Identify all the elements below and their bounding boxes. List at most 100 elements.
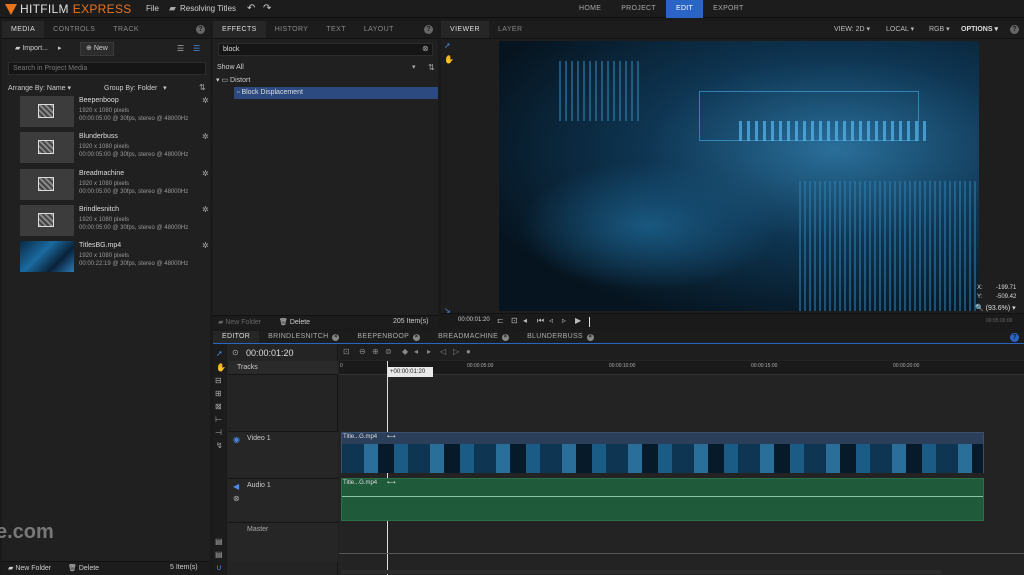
- clear-search-icon[interactable]: ⊗: [422, 44, 429, 53]
- redo-icon[interactable]: ↷: [263, 3, 271, 14]
- options-dropdown[interactable]: OPTIONS ▾: [961, 25, 998, 33]
- zoom-out-icon[interactable]: ⊖: [359, 347, 366, 356]
- tab-history[interactable]: HISTORY: [266, 21, 318, 38]
- help-icon[interactable]: ?: [1010, 333, 1019, 342]
- app-logo: HITFILM EXPRESS: [5, 2, 132, 16]
- slide-tool-icon[interactable]: ⊠: [215, 402, 222, 411]
- tab-editor[interactable]: EDITOR: [213, 331, 260, 343]
- close-icon[interactable]: ×: [332, 333, 340, 341]
- tab-beepenboop[interactable]: BEEPENBOOP ×: [348, 331, 429, 343]
- step-back-icon[interactable]: ◃: [549, 316, 553, 325]
- play-icon[interactable]: ▶: [575, 316, 581, 325]
- viewer-timecode[interactable]: 00:00:01:20: [458, 317, 490, 323]
- audio-clip[interactable]: Title...G.mp4 ⟷: [341, 478, 984, 521]
- track-video-1[interactable]: ◉ Video 1: [228, 431, 338, 477]
- file-menu[interactable]: File: [146, 4, 159, 13]
- tab-effects[interactable]: EFFECTS: [213, 21, 266, 38]
- tab-viewer[interactable]: VIEWER: [441, 21, 490, 38]
- channel-dropdown[interactable]: RGB ▾: [929, 25, 950, 33]
- gear-icon[interactable]: ✲: [202, 132, 209, 141]
- tab-brindlesnitch[interactable]: BRINDLESNITCH ×: [259, 331, 348, 343]
- delete-button[interactable]: 🗑 Delete: [279, 318, 310, 326]
- tab-blunderbuss[interactable]: BLUNDERBUSS ×: [518, 331, 603, 343]
- keyframe-icon[interactable]: ◆: [402, 347, 408, 356]
- video-clip[interactable]: Title...G.mp4 ⟷: [341, 432, 984, 473]
- tab-breadmachine[interactable]: BREADMACHINE ×: [429, 331, 518, 343]
- folder-distort[interactable]: ▾ ▭ Distort: [216, 76, 250, 84]
- select-tool-icon[interactable]: ➚: [444, 41, 451, 50]
- space-dropdown[interactable]: LOCAL ▾: [886, 25, 914, 33]
- gear-icon[interactable]: ✲: [202, 241, 209, 250]
- tab-project[interactable]: PROJECT: [611, 0, 666, 18]
- snap-icon[interactable]: ⊡: [343, 347, 350, 356]
- ruler-label: 0: [340, 363, 343, 369]
- marker-icon[interactable]: ◂: [414, 347, 418, 356]
- roll-tool-icon[interactable]: ⊣: [215, 428, 222, 437]
- step-forward-icon[interactable]: ▹: [562, 316, 566, 325]
- delete-button[interactable]: 🗑 Delete: [68, 564, 99, 572]
- speaker-icon[interactable]: ◀: [233, 482, 239, 491]
- circuit-detail: [739, 121, 929, 141]
- effects-filter-dropdown[interactable]: Show All: [217, 64, 244, 71]
- composite-shot-icon: [38, 213, 54, 227]
- tab-home[interactable]: HOME: [569, 0, 611, 18]
- tab-edit[interactable]: EDIT: [665, 0, 704, 18]
- chevron-down-icon[interactable]: ▾: [412, 63, 416, 71]
- marker-next-icon[interactable]: ▸: [427, 347, 431, 356]
- effects-search-input[interactable]: block: [218, 43, 433, 56]
- sort-icon[interactable]: ⇅: [428, 63, 435, 72]
- go-start-icon[interactable]: ⏮: [537, 316, 544, 326]
- prev-frame-icon[interactable]: ◂: [523, 316, 527, 325]
- viewer-scrub-marker[interactable]: [589, 317, 590, 327]
- magnet-icon[interactable]: ∪: [216, 563, 222, 572]
- solo-icon[interactable]: ⊗: [233, 494, 240, 503]
- hand-tool-icon[interactable]: ✋: [216, 363, 226, 372]
- fit-icon[interactable]: ⊡: [511, 316, 518, 325]
- zoom-fit-icon[interactable]: ⊜: [385, 347, 392, 356]
- view-mode-dropdown[interactable]: VIEW: 2D ▾: [834, 25, 870, 33]
- select-tool-icon[interactable]: ➚: [216, 349, 223, 358]
- tab-layer[interactable]: LAYER: [489, 21, 531, 38]
- effect-item-block-displacement[interactable]: ▫ Block Displacement: [234, 87, 438, 99]
- hand-tool-icon[interactable]: ✋: [444, 55, 454, 64]
- zoom-control[interactable]: 🔍 (93.6%) ▾: [975, 304, 1016, 312]
- new-folder-button[interactable]: ▰ New Folder: [218, 318, 261, 326]
- gear-icon[interactable]: ✲: [202, 169, 209, 178]
- composite-shot-icon: [38, 177, 54, 191]
- record-icon[interactable]: ●: [466, 347, 471, 356]
- tab-layout[interactable]: LAYOUT: [355, 21, 403, 38]
- y-coord-value: -509.42: [996, 294, 1017, 300]
- zoom-in-icon[interactable]: ⊕: [372, 347, 379, 356]
- media-panel: MEDIA CONTROLS TRACK ? ▰ Import... ▸ ⊕ Ne…: [0, 21, 210, 575]
- composite-shot-icon: [38, 104, 54, 118]
- tab-text[interactable]: TEXT: [317, 21, 355, 38]
- slip-tool-icon[interactable]: ⊞: [215, 389, 222, 398]
- rate-stretch-icon[interactable]: ↯: [216, 441, 223, 450]
- effects-footer: ▰ New Folder 🗑 Delete 205 Item(s): [213, 315, 438, 329]
- viewer-canvas[interactable]: [499, 41, 979, 311]
- timeline-area[interactable]: ⊡ ⊖ ⊕ ⊜ ◆ ◂ ▸ ◁ ▷ ● 0 00:00:05:00 00:00:…: [339, 344, 1024, 575]
- gear-icon[interactable]: ✲: [202, 96, 209, 105]
- close-icon[interactable]: ×: [413, 333, 421, 341]
- horizontal-scrollbar[interactable]: [341, 570, 941, 574]
- arrow-right-icon[interactable]: ▷: [453, 347, 459, 356]
- arrow-left-icon[interactable]: ◁: [440, 347, 446, 356]
- tab-export[interactable]: EXPORT: [703, 0, 753, 18]
- help-icon[interactable]: ?: [424, 25, 433, 34]
- close-icon[interactable]: ×: [502, 333, 510, 341]
- editor-timecode[interactable]: 00:00:01:20: [246, 348, 294, 358]
- track-audio-1[interactable]: ◀ Audio 1 ⊗: [228, 478, 338, 521]
- gear-icon[interactable]: ✲: [202, 205, 209, 214]
- help-icon[interactable]: ?: [1010, 25, 1019, 34]
- link-icon: ⟷: [387, 480, 396, 486]
- timeline-ruler[interactable]: 0 00:00:05:00 00:00:10:00 00:00:15:00 00…: [339, 361, 1024, 375]
- loop-icon[interactable]: ⊏: [497, 316, 504, 325]
- undo-icon[interactable]: ↶: [247, 3, 255, 14]
- razor-tool-icon[interactable]: ⊟: [215, 376, 222, 385]
- film-icon[interactable]: ▤: [215, 537, 223, 546]
- new-folder-button[interactable]: ▰ New Folder: [8, 564, 51, 572]
- film-icon[interactable]: ▤: [215, 550, 223, 559]
- ripple-tool-icon[interactable]: ⊢: [215, 415, 222, 424]
- visibility-eye-icon[interactable]: ◉: [233, 435, 240, 444]
- close-icon[interactable]: ×: [586, 333, 594, 341]
